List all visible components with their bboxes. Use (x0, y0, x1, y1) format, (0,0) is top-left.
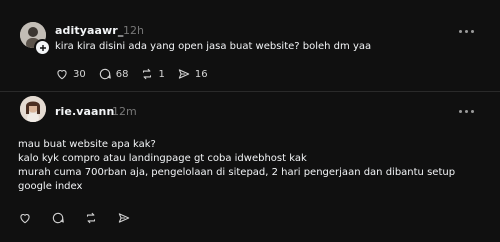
share-button[interactable]: 16 (177, 67, 208, 81)
repost-count: 1 (158, 68, 165, 80)
post-text-line: mau buat website apa kak? (18, 139, 156, 150)
more-options-icon[interactable] (459, 107, 477, 115)
repost-icon (143, 68, 152, 80)
username[interactable]: adityaawr_ (55, 24, 123, 37)
thread-post: adityaawr_ 12h kira kira disini ada yang… (0, 0, 500, 92)
heart-icon (57, 70, 67, 80)
send-icon (118, 213, 130, 223)
thread-post: rie.vaann 12m mau buat website apa kak? … (0, 92, 500, 242)
comment-icon (99, 68, 111, 80)
repost-icon (86, 212, 96, 224)
post-text-line: murah cuma 700rban aja, pengelolaan di s… (18, 167, 456, 178)
repost-button[interactable] (84, 211, 98, 225)
timestamp: 12h (123, 24, 144, 37)
share-button[interactable] (117, 211, 131, 225)
post-actions: 30 68 1 16 (55, 67, 220, 81)
heart-icon (20, 214, 30, 224)
like-count: 30 (73, 68, 86, 80)
send-icon (178, 69, 190, 79)
post-text-line: kira kira disini ada yang open jasa buat… (55, 41, 372, 52)
comment-count: 68 (115, 68, 129, 80)
follow-plus-icon[interactable] (34, 39, 51, 56)
post-text: mau buat website apa kak? kalo kyk compr… (18, 138, 455, 194)
post-text-line: kalo kyk compro atau landingpage gt coba… (18, 153, 307, 164)
post-text: kira kira disini ada yang open jasa buat… (55, 40, 371, 54)
share-count: 16 (194, 68, 208, 80)
comment-button[interactable] (51, 211, 65, 225)
like-button[interactable] (18, 211, 32, 225)
comment-button[interactable]: 68 (98, 67, 129, 81)
post-text-line: google index (18, 181, 83, 192)
repost-button[interactable]: 1 (140, 67, 165, 81)
avatar[interactable] (20, 96, 46, 122)
username[interactable]: rie.vaann (55, 105, 114, 118)
more-options-icon[interactable] (459, 27, 477, 35)
timestamp: 12m (112, 105, 137, 118)
post-actions (18, 211, 150, 225)
comment-icon (52, 212, 64, 224)
like-button[interactable]: 30 (55, 67, 86, 81)
